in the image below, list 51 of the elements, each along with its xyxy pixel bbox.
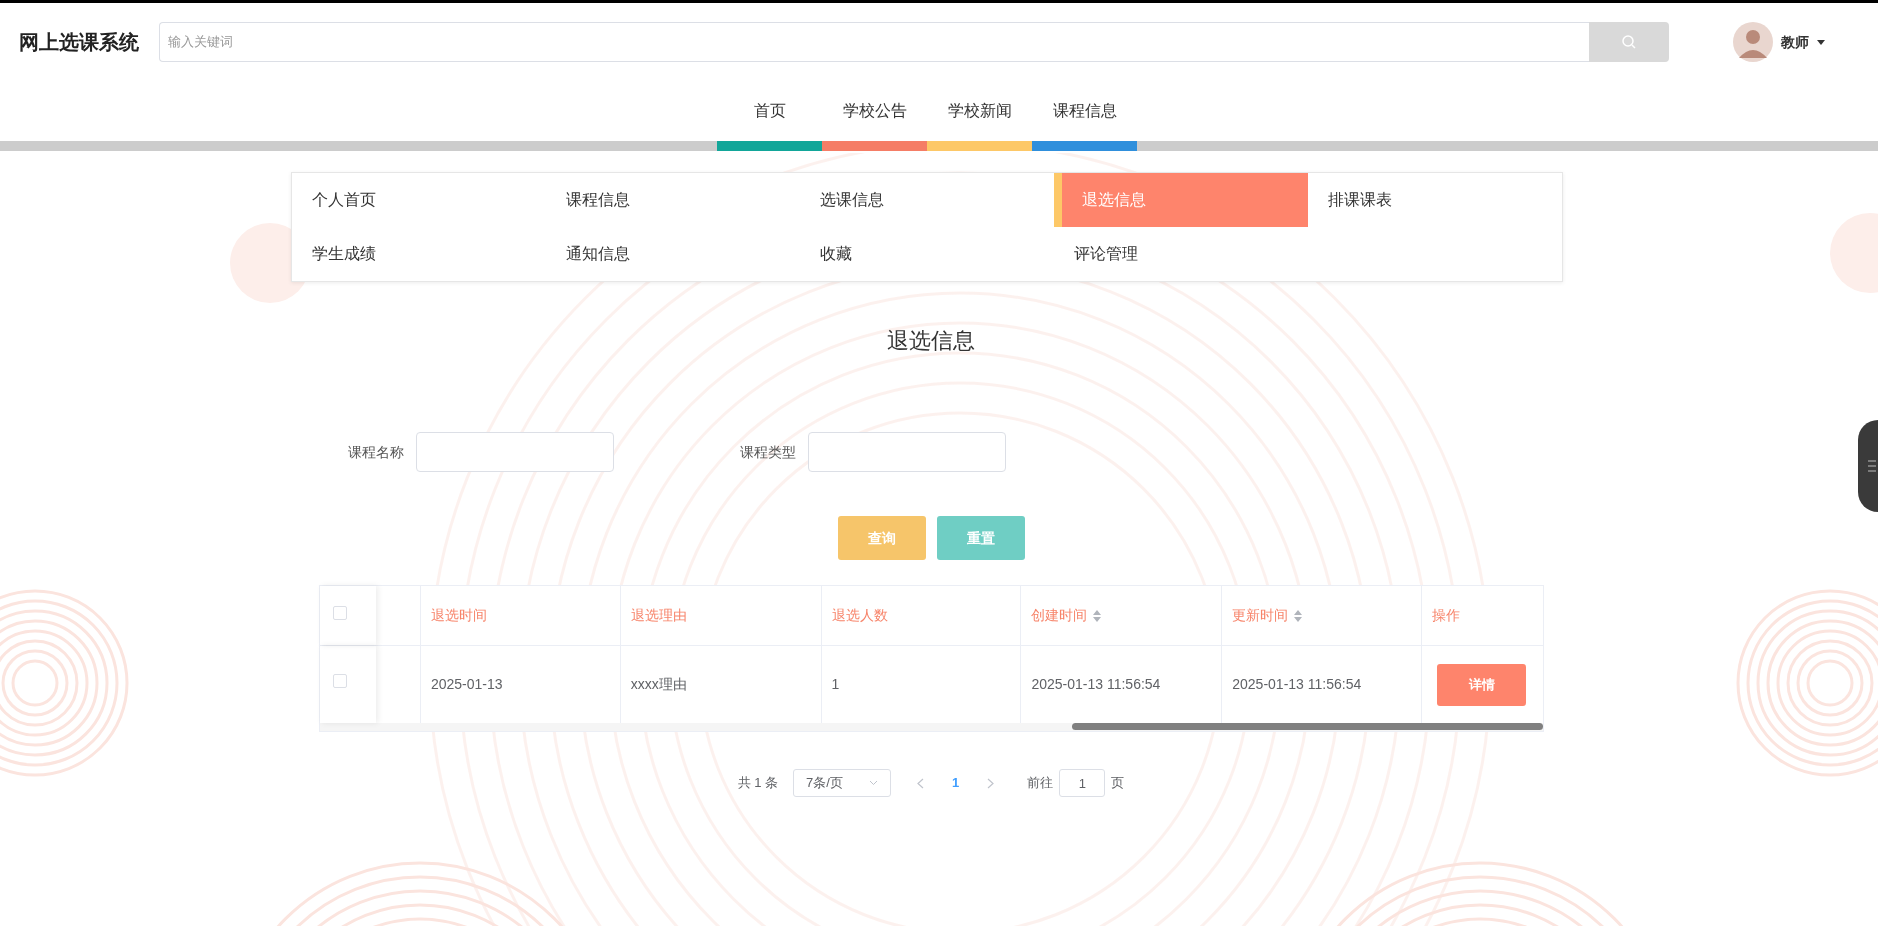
page-title: 退选信息	[886, 327, 976, 355]
chevron-down-icon	[869, 780, 879, 786]
filter-label: 课程名称	[348, 442, 404, 462]
filter-field[interactable]	[416, 432, 614, 472]
scrollbar-thumb[interactable]	[1072, 723, 1543, 730]
column-header: 退选理由	[630, 606, 687, 625]
filter-field[interactable]	[808, 432, 1006, 472]
sort-icon[interactable]	[1093, 609, 1102, 622]
nav-link[interactable]: 学校公告	[822, 99, 927, 123]
goto-label: 前往	[1027, 774, 1054, 793]
menu-item[interactable]: 收藏	[800, 227, 1054, 281]
menu-item[interactable]: 排课课表	[1308, 173, 1562, 227]
site-title: 网上选课系统	[19, 30, 139, 55]
search-field[interactable]: 输入关键词	[159, 22, 1589, 62]
table-cell-text: xxxx理由	[630, 675, 687, 694]
filter-label: 课程类型	[740, 442, 796, 462]
checkbox[interactable]	[333, 674, 347, 688]
search-icon	[1621, 34, 1637, 50]
sort-icon[interactable]	[1294, 609, 1303, 622]
user-name[interactable]: 教师	[1781, 31, 1809, 53]
column-header: 创建时间	[1031, 606, 1088, 625]
menu-item[interactable]: 通知信息	[546, 227, 800, 281]
side-tab-icon	[1868, 460, 1876, 472]
table-cell-text: 2025-01-13	[430, 675, 503, 694]
column-header: 更新时间	[1232, 606, 1289, 625]
avatar-icon[interactable]	[1733, 22, 1773, 62]
table-cell-text: 2025-01-13 11:56:54	[1031, 675, 1161, 694]
next-page-icon[interactable]	[987, 777, 995, 789]
nav-link[interactable]: 学校新闻	[927, 99, 1032, 123]
page-suffix: 页	[1111, 774, 1125, 793]
column-header: 退选人数	[831, 606, 888, 625]
goto-page-field[interactable]: 1	[1059, 769, 1106, 797]
prev-page-icon[interactable]	[917, 777, 925, 789]
menu-item[interactable]: 个人首页	[292, 173, 546, 227]
checkbox[interactable]	[333, 606, 347, 620]
table-cell-text: 1	[831, 675, 840, 694]
nav-link[interactable]: 首页	[717, 99, 822, 123]
menu-item[interactable]: 选课信息	[800, 173, 1054, 227]
total-count: 共 1 条	[737, 774, 779, 793]
search-button[interactable]	[1589, 22, 1669, 62]
menu-item[interactable]: 课程信息	[546, 173, 800, 227]
menu-item[interactable]: 评论管理	[1054, 227, 1308, 281]
menu-item[interactable]: 学生成绩	[292, 227, 546, 281]
page-size-select[interactable]: 7条/页	[793, 769, 892, 797]
nav-link[interactable]: 课程信息	[1032, 99, 1137, 123]
caret-icon[interactable]	[1817, 39, 1825, 45]
side-tab[interactable]	[1858, 420, 1878, 512]
table-cell-text: 2025-01-13 11:56:54	[1232, 675, 1362, 694]
column-header: 操作	[1432, 606, 1461, 625]
horizontal-scrollbar[interactable]	[320, 723, 1543, 731]
column-header: 退选时间	[430, 606, 487, 625]
